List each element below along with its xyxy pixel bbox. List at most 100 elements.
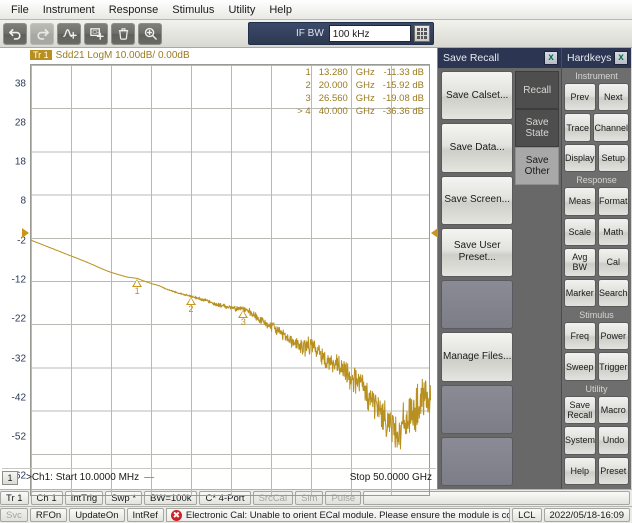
manage-files-button[interactable]: Manage Files... [441,332,514,382]
menu-item-file[interactable]: File [4,1,36,19]
hardkey-trace[interactable]: Trace [564,113,592,142]
hardkey-power[interactable]: Power [597,321,629,351]
hardkey-marker[interactable]: Marker [564,278,596,307]
menu-item-stimulus[interactable]: Stimulus [165,1,221,19]
table-row[interactable]: 1 13.280 GHz -11.33 dB [293,66,428,79]
hardkey-freq[interactable]: Freq [564,321,596,351]
hardkey-channel[interactable]: Channel [593,113,629,142]
marker-level: -11.33 dB [383,67,425,78]
hardkey-row: Freq Power [564,321,629,351]
status-update-on[interactable]: UpdateOn [69,508,125,522]
hardkey-row: Sweep Trigger [564,352,629,381]
marker-level: -15.92 dB [382,80,424,91]
hardkeys-body: Instrument Prev Next Trace Channel Displ… [562,68,631,489]
hardkey-row: Help Preset [564,456,629,486]
y-axis-tick: -42 [11,392,26,404]
tab-save-other[interactable]: Save Other [515,147,559,185]
softkey-column: Save Calset... Save Data... Save Screen.… [438,68,515,489]
hardkey-sweep[interactable]: Sweep [564,352,596,381]
hardkey-avg-bw[interactable]: Avg BW [564,248,596,277]
hardkey-trigger[interactable]: Trigger [597,352,629,381]
hardkey-scale[interactable]: Scale [564,217,596,247]
plot-area[interactable]: 1 2 3 [30,64,431,496]
table-row[interactable]: 3 26.560 GHz -19.08 dB [293,92,428,105]
status-rf-on[interactable]: RFOn [29,508,68,522]
channel-badge[interactable]: 1 [2,470,18,485]
status-lcl[interactable]: LCL [512,508,542,522]
table-row[interactable]: > 4 40.000 GHz -36.36 dB [293,105,428,118]
close-icon[interactable]: x [614,51,628,65]
hardkey-format[interactable]: Format [597,187,629,216]
tab-save-state[interactable]: Save State [515,109,559,147]
marker-index: 3 [305,93,311,104]
hardkey-undo[interactable]: Undo [598,426,629,455]
error-message-bar[interactable]: ✖ Electronic Cal: Unable to orient ECal … [165,508,511,522]
table-row[interactable]: 2 20.000 GHz -15.92 dB [293,79,428,92]
y-axis-tick: -32 [11,353,26,365]
hardkey-next[interactable]: Next [597,83,629,112]
reference-marker-right-icon [431,227,438,238]
y-axis-tick: -12 [11,274,26,286]
save-recall-panel-title: Save Recall [443,52,500,64]
hardkey-macro[interactable]: Macro [597,395,629,425]
error-message-text: Electronic Cal: Unable to orient ECal mo… [185,509,509,521]
hardkey-display[interactable]: Display [564,143,596,173]
close-icon[interactable]: x [544,51,558,65]
hardkey-meas[interactable]: Meas [564,187,596,216]
menu-item-utility[interactable]: Utility [221,1,262,19]
marker-index: 1 [305,67,311,78]
marker-readout-table: 1 13.280 GHz -11.33 dB 2 20.000 GHz -15.… [293,66,428,118]
softkey-empty-2[interactable] [441,384,514,434]
y-axis-tick: 18 [14,156,26,168]
hardkey-search[interactable]: Search [597,278,629,307]
hardkey-help[interactable]: Help [564,456,596,486]
menu-item-instrument[interactable]: Instrument [36,1,102,19]
undo-icon[interactable] [3,22,27,45]
hardkeys-panel-header: Hardkeys x [562,48,631,68]
hardkey-row: Trace Channel [564,113,629,142]
trace-format-label: Sdd21 LogM 10.00dB/ 0.00dB [55,50,190,61]
softkey-empty-1[interactable] [441,280,514,330]
hardkey-system[interactable]: System [564,426,597,455]
status-int-ref[interactable]: IntRef [126,508,164,522]
hardkey-row: Scale Math [564,217,629,247]
if-bandwidth-control: IF BW 100 kHz [248,22,434,45]
save-screen-button[interactable]: Save Screen... [441,175,514,225]
hardkeys-panel-title: Hardkeys [567,52,612,64]
add-trace-icon[interactable] [57,22,81,45]
hardkey-row: Save Recall Macro [564,395,629,425]
add-channel-icon[interactable]: CH [84,22,108,45]
hardkey-group-stimulus: Stimulus [579,309,614,320]
hardkey-setup[interactable]: Setup [597,143,629,173]
numeric-keypad-icon[interactable] [414,25,430,42]
marker-frequency: 13.280 [318,67,348,78]
redo-icon[interactable] [30,22,54,45]
y-axis-labels: 38 28 18 8 -2 -12 -22 -32 -42 -52 -62 [0,64,28,496]
marker-index: > 4 [297,106,311,117]
hardkey-save-recall[interactable]: Save Recall [564,395,596,425]
if-bandwidth-input[interactable]: 100 kHz [328,25,411,42]
save-calset-button[interactable]: Save Calset... [441,71,514,121]
hardkey-preset[interactable]: Preset [597,456,629,486]
hardkey-cal[interactable]: Cal [597,248,629,277]
menu-item-help[interactable]: Help [262,1,299,19]
marker-unit: GHz [355,80,375,91]
trace-badge[interactable]: Tr 1 [30,50,52,60]
hardkey-row: Marker Search [564,278,629,307]
softkey-empty-3[interactable] [441,436,514,486]
hardkey-group-instrument: Instrument [575,71,618,81]
hardkey-math[interactable]: Math [597,217,629,247]
save-user-preset-button[interactable]: Save User Preset... [441,227,514,277]
menu-item-response[interactable]: Response [102,1,166,19]
zoom-icon[interactable] [138,22,162,45]
hardkey-prev[interactable]: Prev [564,83,596,112]
tab-recall[interactable]: Recall [515,71,559,109]
marker-level: -36.36 dB [382,106,424,117]
delete-icon[interactable] [111,22,135,45]
measurement-graph-region[interactable]: Tr 1 Sdd21 LogM 10.00dB/ 0.00dB 38 28 18 8 -2… [0,48,438,496]
status-svc[interactable]: Svc [0,508,28,522]
save-data-button[interactable]: Save Data... [441,123,514,173]
marker-index: 2 [305,80,311,91]
sweep-stop-label: Stop 50.0000 GHz [349,472,432,483]
trace-curve [31,239,431,450]
